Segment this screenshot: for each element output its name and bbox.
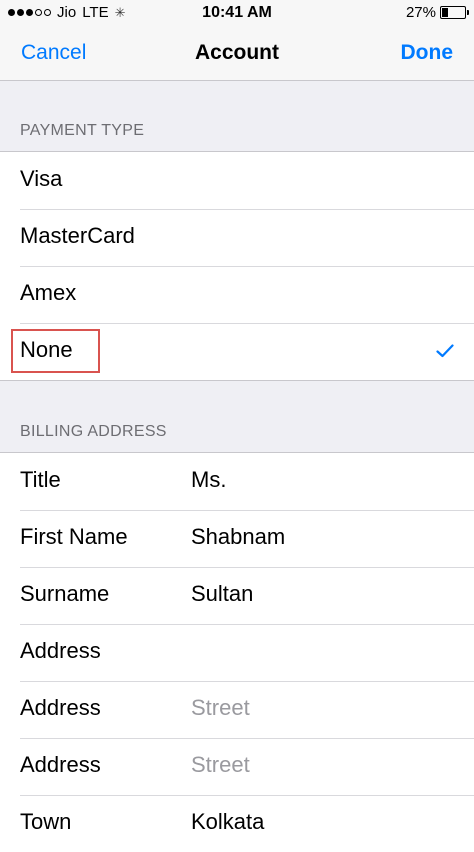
field-label: Title	[20, 467, 61, 492]
title-field[interactable]: Ms.	[191, 467, 226, 493]
payment-option-label: Visa	[20, 166, 63, 191]
billing-address-header: BILLING ADDRESS	[20, 423, 167, 440]
battery-icon	[440, 6, 469, 19]
payment-option-label: Amex	[20, 280, 77, 305]
address-line-2-field[interactable]: Street	[191, 695, 250, 721]
billing-row-first-name[interactable]: First Name Shabnam	[0, 510, 474, 567]
field-label: Address	[20, 752, 101, 777]
navigation-bar: Cancel Account Done	[0, 28, 474, 81]
billing-address-list: Title Ms. First Name Shabnam Surname Sul…	[0, 452, 474, 852]
billing-row-title[interactable]: Title Ms.	[0, 453, 474, 510]
payment-type-header: PAYMENT TYPE	[20, 122, 145, 139]
status-time: 10:41 AM	[202, 4, 272, 21]
billing-row-address-3[interactable]: Address Street	[0, 738, 474, 795]
battery-percent: 27%	[405, 4, 436, 21]
billing-row-surname[interactable]: Surname Sultan	[0, 567, 474, 624]
field-label: Surname	[20, 581, 110, 606]
town-field[interactable]: Kolkata	[191, 809, 264, 835]
checkmark-icon	[436, 344, 454, 358]
status-bar: Jio LTE ✳ 10:41 AM 27%	[0, 0, 474, 28]
field-label: First Name	[20, 524, 128, 549]
payment-option-visa[interactable]: Visa	[0, 152, 474, 209]
billing-row-address-1[interactable]: Address	[0, 624, 474, 681]
billing-row-address-2[interactable]: Address Street	[0, 681, 474, 738]
payment-option-none[interactable]: None	[0, 323, 474, 380]
field-label: Address	[20, 638, 101, 663]
surname-field[interactable]: Sultan	[191, 581, 253, 607]
billing-row-town[interactable]: Town Kolkata	[0, 795, 474, 852]
payment-option-label: MasterCard	[20, 223, 135, 248]
payment-option-amex[interactable]: Amex	[0, 266, 474, 323]
payment-type-list: Visa MasterCard Amex None	[0, 151, 474, 381]
address-line-3-field[interactable]: Street	[191, 752, 250, 778]
payment-option-label: None	[20, 337, 73, 362]
payment-option-mastercard[interactable]: MasterCard	[0, 209, 474, 266]
done-button[interactable]: Done	[401, 41, 454, 65]
field-label: Address	[20, 695, 101, 720]
status-right: 27%	[405, 4, 469, 21]
first-name-field[interactable]: Shabnam	[191, 524, 285, 550]
field-label: Town	[20, 809, 72, 834]
